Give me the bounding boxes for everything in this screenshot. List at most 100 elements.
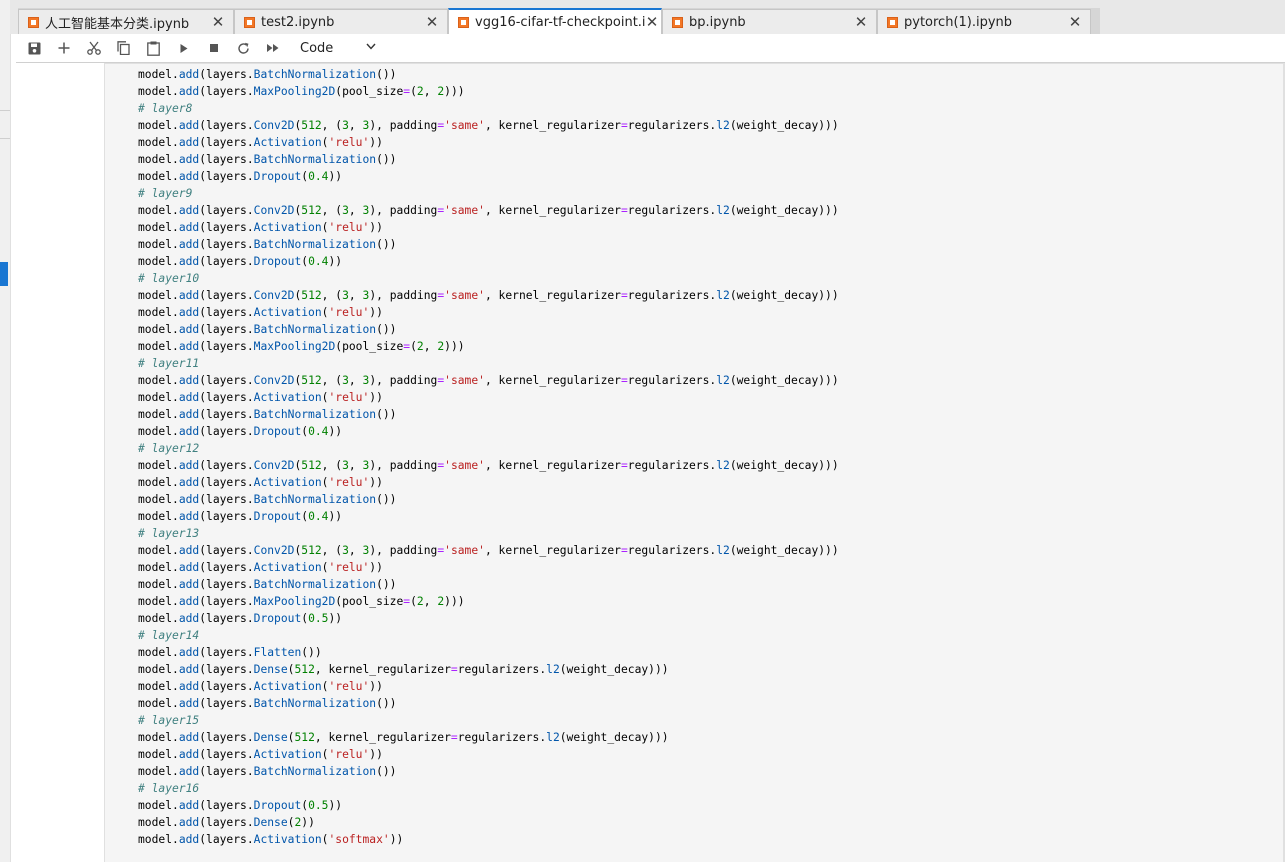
close-icon[interactable]: ✕ (421, 13, 443, 31)
code-token: , kernel_regularizer (484, 374, 621, 387)
code-token: MaxPooling2D (253, 85, 336, 98)
code-token: (weight_decay))) (559, 731, 669, 744)
left-sidebar (0, 0, 11, 862)
code-token: )) (328, 612, 343, 625)
code-token: , kernel_regularizer (314, 731, 451, 744)
code-token: BatchNormalization (253, 323, 377, 336)
code-token: model. (138, 85, 179, 98)
code-token: MaxPooling2D (253, 340, 336, 353)
code-token: 0.4 (308, 170, 329, 183)
code-token: model. (138, 476, 179, 489)
tab-bp[interactable]: bp.ipynb ✕ (662, 9, 877, 34)
code-token: add (178, 646, 200, 659)
code-token: 'relu' (328, 561, 370, 574)
sidebar-active-indicator[interactable] (0, 262, 8, 286)
code-token: (layers. (199, 663, 254, 676)
code-token: (weight_decay))) (729, 459, 839, 472)
sidebar-divider (0, 110, 10, 111)
run-button[interactable] (173, 38, 195, 58)
code-token: ()) (376, 493, 397, 506)
code-token: (layers. (199, 119, 254, 132)
code-token: add (178, 765, 200, 778)
add-cell-button[interactable] (53, 38, 75, 58)
code-token: , kernel_regularizer (484, 119, 621, 132)
code-token: , (348, 289, 363, 302)
code-token: = (620, 544, 628, 557)
code-token: model. (138, 153, 179, 166)
code-token: , kernel_regularizer (484, 289, 621, 302)
code-token: )) (328, 255, 343, 268)
code-token: 0.5 (308, 612, 329, 625)
code-token: add (178, 323, 200, 336)
code-token: Dropout (253, 255, 302, 268)
code-token: (layers. (199, 221, 254, 234)
code-line: model.add(layers.Dropout(0.4)) (138, 168, 839, 185)
code-line: model.add(layers.Dropout(0.4)) (138, 508, 839, 525)
restart-run-all-button[interactable] (262, 38, 284, 58)
notebook-toolbar: Code (16, 34, 1285, 63)
code-token: (layers. (199, 765, 254, 778)
code-token: model. (138, 544, 179, 557)
code-token: l2 (716, 459, 730, 472)
code-line: model.add(layers.Activation('softmax')) (138, 831, 839, 848)
code-token: Conv2D (253, 119, 295, 132)
notebook-icon (887, 16, 898, 28)
paste-icon (146, 41, 160, 56)
code-token: Conv2D (253, 204, 295, 217)
code-token: add (178, 799, 200, 812)
code-token: add (178, 119, 200, 132)
tab-test2[interactable]: test2.ipynb ✕ (234, 9, 448, 34)
notebook-icon (244, 16, 255, 28)
code-token: 512 (294, 663, 315, 676)
code-token: regularizers. (627, 289, 717, 302)
tab-label: test2.ipynb (261, 14, 335, 30)
cell-type-select[interactable]: Code (300, 38, 380, 58)
code-token: ), padding (369, 204, 438, 217)
code-token: (weight_decay))) (729, 204, 839, 217)
code-token: ()) (376, 578, 397, 591)
code-token: BatchNormalization (253, 493, 377, 506)
code-token: )) (328, 170, 343, 183)
code-editor[interactable]: model.add(layers.BatchNormalization()) mo… (138, 66, 839, 848)
tab-pytorch[interactable]: pytorch(1).ipynb ✕ (877, 9, 1091, 34)
cut-button[interactable] (83, 38, 105, 58)
tab-vgg16-checkpoint[interactable]: vgg16-cifar-tf-checkpoint.ipynb ✕ (448, 8, 662, 34)
code-token: regularizers. (627, 119, 717, 132)
code-token: l2 (716, 374, 730, 387)
cell-prompt-gutter (16, 63, 104, 862)
code-token: model. (138, 578, 179, 591)
stop-button[interactable] (203, 38, 225, 58)
code-token: (layers. (199, 85, 254, 98)
close-icon[interactable]: ✕ (207, 13, 229, 31)
close-icon[interactable]: ✕ (645, 13, 659, 31)
code-token: 'relu' (328, 680, 370, 693)
code-token: add (178, 680, 200, 693)
code-line: model.add(layers.Conv2D(512, (3, 3), pad… (138, 202, 839, 219)
code-token: (layers. (199, 425, 254, 438)
code-token: model. (138, 731, 179, 744)
code-token: add (178, 697, 200, 710)
tab-ai-classification[interactable]: 人工智能基本分类.ipynb ✕ (18, 9, 234, 34)
paste-button[interactable] (142, 38, 164, 58)
code-token: 2 (416, 85, 424, 98)
tab-label: bp.ipynb (689, 14, 746, 30)
code-token: (weight_decay))) (729, 289, 839, 302)
code-line: model.add(layers.Conv2D(512, (3, 3), pad… (138, 372, 839, 389)
code-line: model.add(layers.Activation('relu')) (138, 134, 839, 151)
code-token: regularizers. (627, 204, 717, 217)
copy-button[interactable] (112, 38, 134, 58)
code-token: (layers. (199, 459, 254, 472)
code-token: (layers. (199, 595, 254, 608)
code-token: Activation (253, 391, 322, 404)
close-icon[interactable]: ✕ (850, 13, 872, 31)
code-token: (layers. (199, 510, 254, 523)
code-token: (layers. (199, 136, 254, 149)
restart-button[interactable] (232, 38, 254, 58)
add-cell-icon (58, 42, 70, 54)
code-cell[interactable]: model.add(layers.BatchNormalization()) mo… (104, 63, 1285, 862)
save-button[interactable] (23, 38, 45, 58)
code-token: model. (138, 748, 179, 761)
close-icon[interactable]: ✕ (1064, 13, 1086, 31)
code-line: model.add(layers.Flatten()) (138, 644, 839, 661)
code-token: = (450, 663, 458, 676)
